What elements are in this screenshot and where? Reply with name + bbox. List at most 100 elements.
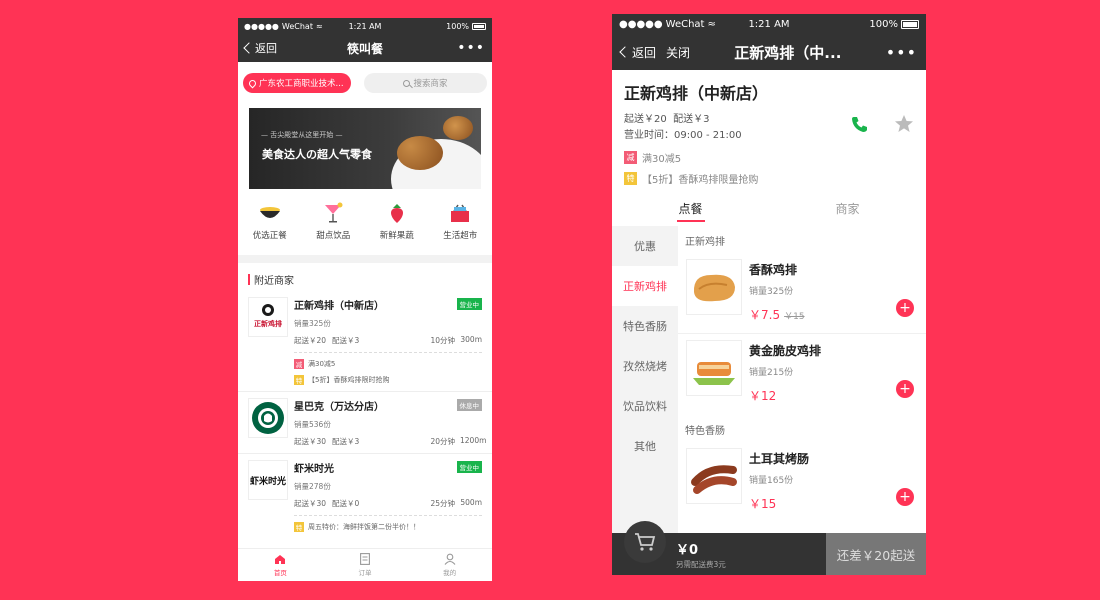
- sidebar-item-bbq[interactable]: 孜然烧烤: [612, 346, 678, 386]
- search-placeholder: 搜索商家: [413, 79, 448, 89]
- nav-bar: 返回 关闭 正新鸡排（中... •••: [612, 34, 926, 70]
- promo-line: 减满30减5: [294, 359, 482, 369]
- sidebar-item-discount[interactable]: 优惠: [612, 226, 678, 266]
- shop-sales: 销量278份: [294, 482, 331, 491]
- add-to-cart-button[interactable]: +: [896, 488, 914, 506]
- menu-list: 正新鸡排 香酥鸡排 销量325份 ￥7.5 ￥15 + 黄金脆皮鸡排 销量215份…: [678, 226, 926, 537]
- shop-list-item[interactable]: 星巴克（万达分店） 销量536份 起送￥30 配送￥3 20分钟 1200m 休息中: [238, 392, 492, 454]
- tab-label: 订单: [358, 569, 372, 577]
- bowl-icon: [259, 207, 280, 218]
- item-name: 香酥鸡排: [749, 263, 798, 277]
- menu-item[interactable]: 香酥鸡排 销量325份 ￥7.5 ￥15 +: [678, 253, 926, 334]
- tab-order[interactable]: 点餐: [612, 200, 769, 222]
- divider: [294, 515, 482, 516]
- home-icon: [275, 554, 286, 564]
- tab-merchant[interactable]: 商家: [769, 200, 926, 222]
- promo-line: 特周五特价：海鲜拌饭第二份半价！！: [294, 522, 482, 532]
- back-button[interactable]: 返回: [243, 40, 305, 56]
- item-old-price: ￥15: [784, 312, 805, 322]
- special-tag: 特: [294, 522, 304, 532]
- tab-label: 我的: [443, 569, 457, 577]
- category-item[interactable]: 优选正餐: [238, 201, 302, 251]
- add-to-cart-button[interactable]: +: [896, 299, 914, 317]
- sidebar-item-chicken[interactable]: 正新鸡排: [612, 266, 678, 306]
- discount-tag: 减: [624, 151, 637, 164]
- category-item[interactable]: 甜点饮品: [302, 201, 366, 251]
- category-label: 甜点饮品: [316, 231, 351, 241]
- delivery-fee: 配送￥3: [332, 336, 360, 345]
- group-title: 正新鸡排: [685, 237, 725, 248]
- battery-icon: [472, 22, 487, 30]
- shop-logo-xiami: 虾米时光: [248, 460, 288, 500]
- tab-profile[interactable]: 我的: [407, 549, 492, 581]
- sidebar-item-other[interactable]: 其他: [612, 426, 678, 466]
- battery-label: 100%: [869, 18, 898, 30]
- more-menu-button[interactable]: •••: [886, 43, 917, 62]
- sidebar-item-drinks[interactable]: 饮品饮料: [612, 386, 678, 426]
- delivery-time: 20分钟: [430, 437, 455, 446]
- status-bar: ●●●●● WeChat ≈ 1:21 AM 100%: [238, 18, 492, 34]
- section-title-label: 附近商家: [254, 276, 294, 287]
- promo-text: 满30减5: [642, 154, 682, 165]
- checkout-button[interactable]: 还差￥20起送: [826, 533, 926, 575]
- phone-call-icon[interactable]: [851, 116, 868, 133]
- cart-bar: ￥0 另需配送费3元 还差￥20起送: [612, 521, 926, 575]
- tab-home[interactable]: 首页: [238, 549, 323, 581]
- menu-item[interactable]: 土耳其烤肠 销量165份 ￥15 +: [678, 442, 926, 523]
- svg-text:正新鸡排: 正新鸡排: [254, 319, 282, 328]
- shopping-cart-icon: [635, 533, 656, 551]
- tab-label: 首页: [273, 568, 287, 577]
- more-menu-button[interactable]: •••: [425, 40, 485, 56]
- promo-text: 周五特价：海鲜拌饭第二份半价！！: [308, 523, 420, 531]
- page-title: 正新鸡排（中...: [734, 43, 842, 62]
- min-order: 起送￥20: [624, 114, 667, 125]
- item-name: 黄金脆皮鸡排: [749, 344, 822, 358]
- shop-sales: 销量325份: [294, 319, 331, 328]
- section-divider: [238, 255, 492, 263]
- banner-title: 美食达人の超人气零食: [262, 148, 372, 161]
- category-label: 生活超市: [443, 231, 478, 241]
- tab-orders[interactable]: 订单: [323, 549, 408, 581]
- promo-banner[interactable]: — 舌尖殿堂从这里开始 — 美食达人の超人气零食: [249, 108, 481, 189]
- shop-sales: 销量536份: [294, 420, 331, 429]
- close-button[interactable]: 关闭: [666, 44, 690, 61]
- item-price: ￥12: [749, 389, 777, 403]
- phone-home-screen: ●●●●● WeChat ≈ 1:21 AM 100% 返回 筷叫餐 ••• 广东农…: [238, 18, 492, 581]
- back-label: 返回: [632, 45, 657, 60]
- category-item[interactable]: 生活超市: [429, 201, 493, 251]
- shop-list-item[interactable]: 虾米时光 虾米时光 销量278份 起送￥30 配送￥0 25分钟 500m 特周五特价…: [238, 454, 492, 538]
- search-input[interactable]: 搜索商家: [364, 73, 487, 93]
- carrier-label: WeChat: [281, 21, 313, 31]
- distance: 1200m: [460, 436, 487, 445]
- store-header: 正新鸡排（中新店） 起送￥20 配送￥3 营业时间：09:00 - 21:00 …: [612, 70, 926, 186]
- back-button[interactable]: 返回: [619, 44, 657, 61]
- menu-item[interactable]: 黄金脆皮鸡排 销量215份 ￥12 +: [678, 334, 926, 415]
- delivery-fee: 配送￥0: [332, 499, 360, 508]
- sidebar-item-sausage[interactable]: 特色香肠: [612, 306, 678, 346]
- delivery-time: 10分钟: [430, 336, 455, 345]
- distance: 500m: [460, 498, 482, 507]
- shop-logo-starbucks: [248, 398, 288, 438]
- chevron-left-icon: [243, 42, 255, 54]
- favorite-star-icon[interactable]: [894, 114, 914, 134]
- category-sidebar: 优惠 正新鸡排 特色香肠 孜然烧烤 饮品饮料 其他: [612, 226, 678, 537]
- location-button[interactable]: 广东农工商职业技术...: [243, 73, 351, 93]
- wifi-icon: ≈: [315, 21, 323, 31]
- user-icon: [444, 553, 456, 565]
- add-to-cart-button[interactable]: +: [896, 380, 914, 398]
- cart-total: ￥0: [676, 542, 699, 558]
- svg-text:虾米时光: 虾米时光: [250, 475, 286, 487]
- item-name: 土耳其烤肠: [749, 452, 810, 466]
- carrier-label: WeChat: [665, 18, 705, 30]
- item-sales: 销量215份: [749, 368, 794, 378]
- status-bar: ●●●●● WeChat ≈ 1:21 AM 100%: [612, 14, 926, 34]
- store-tabs: 点餐 商家: [612, 200, 926, 222]
- cookie-image: [397, 136, 443, 170]
- location-pin-icon: [247, 78, 258, 88]
- business-hours: 营业时间：09:00 - 21:00: [624, 130, 742, 141]
- shop-list-item[interactable]: 正新鸡排 正新鸡排（中新店） 销量325份 起送￥20 配送￥3 10分钟 300m …: [238, 291, 492, 392]
- basket-icon: [451, 204, 470, 222]
- cart-button[interactable]: [624, 521, 666, 563]
- category-item[interactable]: 新鲜果蔬: [365, 201, 429, 251]
- group-title: 特色香肠: [685, 426, 725, 437]
